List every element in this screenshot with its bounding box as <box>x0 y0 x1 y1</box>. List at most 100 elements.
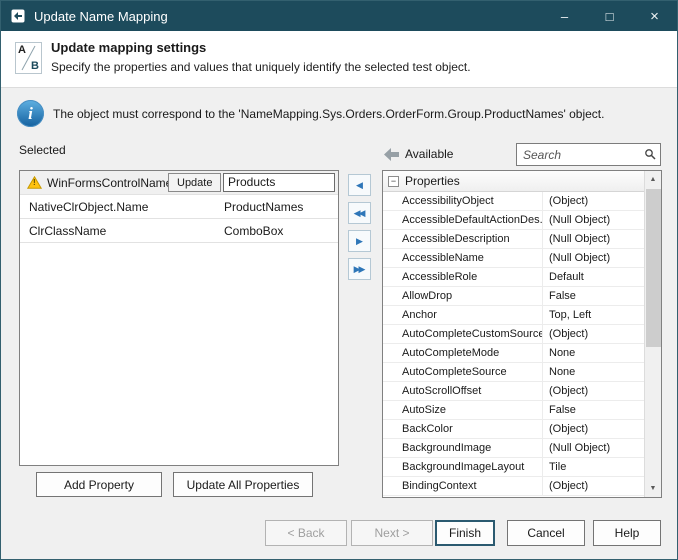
list-item[interactable]: BindingContext(Object) <box>383 477 644 496</box>
window-controls: – □ × <box>542 1 677 31</box>
property-value: Top, Left <box>542 306 644 324</box>
property-name: AccessibilityObject <box>383 192 542 210</box>
window-title: Update Name Mapping <box>34 9 168 24</box>
property-value: ComboBox <box>224 224 283 238</box>
property-value: False <box>542 401 644 419</box>
property-name: AutoCompleteSource <box>383 363 542 381</box>
next-button[interactable]: Next > <box>351 520 433 546</box>
move-buttons: ◀ ◀◀ ▶ ▶▶ <box>348 174 371 280</box>
close-button[interactable]: × <box>632 1 677 31</box>
property-name: AccessibleName <box>383 249 542 267</box>
finish-button[interactable]: Finish <box>435 520 495 546</box>
move-all-right-button[interactable]: ▶▶ <box>348 258 371 280</box>
move-right-button[interactable]: ▶ <box>348 230 371 252</box>
page-subtitle: Specify the properties and values that u… <box>51 60 471 74</box>
list-item[interactable]: AllowDropFalse <box>383 287 644 306</box>
property-name: AutoCompleteCustomSource <box>383 325 542 343</box>
search-input[interactable] <box>516 143 661 166</box>
titlebar: Update Name Mapping – □ × <box>1 1 677 31</box>
property-value: (Object) <box>542 325 644 343</box>
property-value: (Null Object) <box>542 249 644 267</box>
property-name: NativeClrObject.Name <box>29 200 148 214</box>
property-name: AccessibleDefaultActionDes... <box>383 211 542 229</box>
list-item[interactable]: AccessibleDefaultActionDes...(Null Objec… <box>383 211 644 230</box>
move-all-left-button[interactable]: ◀◀ <box>348 202 371 224</box>
property-value: (Null Object) <box>542 211 644 229</box>
properties-group-header[interactable]: − Properties <box>383 171 661 192</box>
selected-label: Selected <box>19 143 66 157</box>
icon-letter-b: B <box>31 60 39 72</box>
table-row[interactable]: NativeClrObject.Name ProductNames <box>20 195 338 219</box>
move-all-right-icon: ▶▶ <box>354 264 364 275</box>
list-item[interactable]: AutoSizeFalse <box>383 401 644 420</box>
cancel-button[interactable]: Cancel <box>507 520 585 546</box>
property-name: WinFormsControlName <box>47 176 172 190</box>
list-item[interactable]: AutoCompleteSourceNone <box>383 363 644 382</box>
table-row[interactable]: ! WinFormsControlName Update Products <box>20 171 338 195</box>
search-icon <box>644 148 656 163</box>
property-value: ProductNames <box>224 200 303 214</box>
property-name: AllowDrop <box>383 287 542 305</box>
scrollbar[interactable]: ▲ ▼ <box>644 171 661 497</box>
property-name: AccessibleRole <box>383 268 542 286</box>
property-name: AutoCompleteMode <box>383 344 542 362</box>
property-name: BackgroundImage <box>383 439 542 457</box>
property-name: ClrClassName <box>29 224 106 238</box>
scrollbar-thumb[interactable] <box>646 189 661 347</box>
table-row[interactable]: ClrClassName ComboBox <box>20 219 338 243</box>
dialog-window: Update Name Mapping – □ × A B Update map… <box>0 0 678 560</box>
warning-icon: ! <box>27 176 42 189</box>
property-value: (Object) <box>542 382 644 400</box>
list-item[interactable]: AnchorTop, Left <box>383 306 644 325</box>
header: A B Update mapping settings Specify the … <box>1 31 677 88</box>
list-item[interactable]: AccessibleRoleDefault <box>383 268 644 287</box>
list-item[interactable]: AccessibleDescription(Null Object) <box>383 230 644 249</box>
maximize-button[interactable]: □ <box>587 1 632 31</box>
property-value: None <box>542 344 644 362</box>
selected-value-editbox[interactable]: Products <box>223 173 335 192</box>
back-button[interactable]: < Back <box>265 520 347 546</box>
property-name: BackgroundImageLayout <box>383 458 542 476</box>
group-label: Properties <box>405 174 460 188</box>
property-list: AccessibilityObject(Object) AccessibleDe… <box>383 192 644 497</box>
list-item[interactable]: BackColor(Object) <box>383 420 644 439</box>
left-arrow-icon <box>384 148 400 161</box>
property-name: AutoSize <box>383 401 542 419</box>
help-button[interactable]: Help <box>593 520 661 546</box>
list-item[interactable]: AccessibleName(Null Object) <box>383 249 644 268</box>
scroll-down-icon[interactable]: ▼ <box>645 480 661 497</box>
name-mapping-icon: A B <box>15 42 42 74</box>
property-name: AutoScrollOffset <box>383 382 542 400</box>
page-title: Update mapping settings <box>51 40 206 55</box>
property-value: (Null Object) <box>542 439 644 457</box>
list-item[interactable]: AutoScrollOffset(Object) <box>383 382 644 401</box>
search-box <box>516 143 661 166</box>
move-left-button[interactable]: ◀ <box>348 174 371 196</box>
update-button[interactable]: Update <box>168 173 221 192</box>
property-value: Tile <box>542 458 644 476</box>
list-item[interactable]: AutoCompleteModeNone <box>383 344 644 363</box>
move-right-icon: ▶ <box>356 236 363 247</box>
property-name: AccessibleDescription <box>383 230 542 248</box>
move-all-left-icon: ◀◀ <box>354 208 364 219</box>
list-item[interactable]: BackgroundImage(Null Object) <box>383 439 644 458</box>
available-label: Available <box>405 147 453 161</box>
list-item[interactable]: AccessibilityObject(Object) <box>383 192 644 211</box>
move-left-icon: ◀ <box>356 180 363 191</box>
property-name: BackColor <box>383 420 542 438</box>
scroll-up-icon[interactable]: ▲ <box>645 171 661 188</box>
minimize-button[interactable]: – <box>542 1 587 31</box>
property-value: (Object) <box>542 420 644 438</box>
app-icon <box>10 8 26 24</box>
collapse-icon[interactable]: − <box>388 176 399 187</box>
property-value: (Null Object) <box>542 230 644 248</box>
list-item[interactable]: AutoCompleteCustomSource(Object) <box>383 325 644 344</box>
info-icon: i <box>17 100 44 127</box>
property-value: None <box>542 363 644 381</box>
available-properties-panel: − Properties AccessibilityObject(Object)… <box>382 170 662 498</box>
update-all-properties-button[interactable]: Update All Properties <box>173 472 313 497</box>
warning-glyph: ! <box>33 178 36 187</box>
icon-letter-a: A <box>18 44 26 56</box>
list-item[interactable]: BackgroundImageLayoutTile <box>383 458 644 477</box>
add-property-button[interactable]: Add Property <box>36 472 162 497</box>
